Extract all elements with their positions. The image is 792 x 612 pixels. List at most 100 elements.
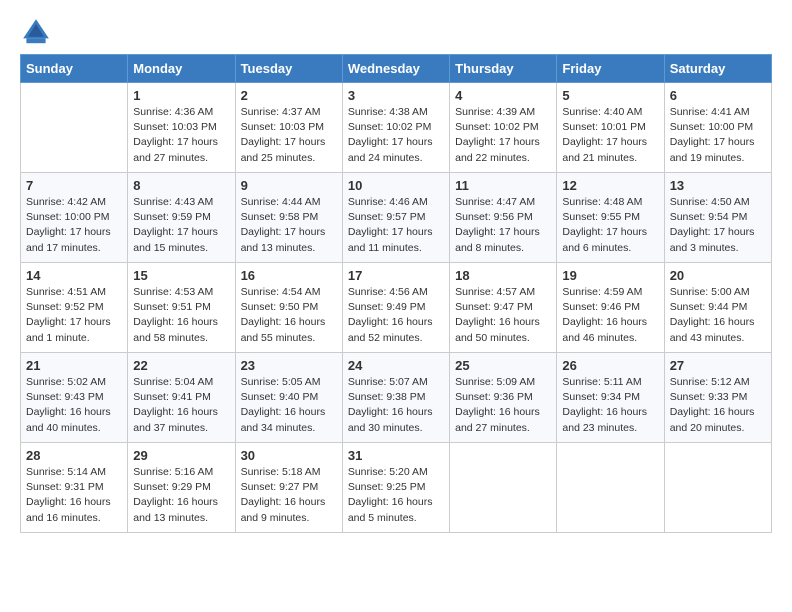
week-row-4: 21 Sunrise: 5:02 AM Sunset: 9:43 PM Dayli… bbox=[21, 353, 772, 443]
calendar-cell: 23 Sunrise: 5:05 AM Sunset: 9:40 PM Dayli… bbox=[235, 353, 342, 443]
week-row-2: 7 Sunrise: 4:42 AM Sunset: 10:00 PM Dayli… bbox=[21, 173, 772, 263]
page-header bbox=[20, 16, 772, 48]
week-row-5: 28 Sunrise: 5:14 AM Sunset: 9:31 PM Dayli… bbox=[21, 443, 772, 533]
day-info: Sunrise: 4:48 AM Sunset: 9:55 PM Dayligh… bbox=[562, 195, 658, 256]
calendar-table: SundayMondayTuesdayWednesdayThursdayFrid… bbox=[20, 54, 772, 533]
calendar-cell: 31 Sunrise: 5:20 AM Sunset: 9:25 PM Dayli… bbox=[342, 443, 449, 533]
day-info: Sunrise: 5:12 AM Sunset: 9:33 PM Dayligh… bbox=[670, 375, 766, 436]
calendar-cell: 3Sunrise: 4:38 AM Sunset: 10:02 PM Dayli… bbox=[342, 83, 449, 173]
calendar-cell: 12 Sunrise: 4:48 AM Sunset: 9:55 PM Dayli… bbox=[557, 173, 664, 263]
day-number: 15 bbox=[133, 268, 229, 283]
day-number: 4 bbox=[455, 88, 551, 103]
header-row: SundayMondayTuesdayWednesdayThursdayFrid… bbox=[21, 55, 772, 83]
day-number: 21 bbox=[26, 358, 122, 373]
calendar-cell: 20Sunrise: 5:00 AM Sunset: 9:44 PM Dayli… bbox=[664, 263, 771, 353]
calendar-cell bbox=[664, 443, 771, 533]
day-number: 31 bbox=[348, 448, 444, 463]
day-number: 9 bbox=[241, 178, 337, 193]
day-number: 19 bbox=[562, 268, 658, 283]
day-info: Sunrise: 4:46 AM Sunset: 9:57 PM Dayligh… bbox=[348, 195, 444, 256]
day-info: Sunrise: 5:00 AM Sunset: 9:44 PM Dayligh… bbox=[670, 285, 766, 346]
day-number: 11 bbox=[455, 178, 551, 193]
calendar-cell: 25 Sunrise: 5:09 AM Sunset: 9:36 PM Dayli… bbox=[450, 353, 557, 443]
day-number: 28 bbox=[26, 448, 122, 463]
day-info: Sunrise: 5:05 AM Sunset: 9:40 PM Dayligh… bbox=[241, 375, 337, 436]
calendar-header: SundayMondayTuesdayWednesdayThursdayFrid… bbox=[21, 55, 772, 83]
calendar-cell: 7 Sunrise: 4:42 AM Sunset: 10:00 PM Dayli… bbox=[21, 173, 128, 263]
day-number: 30 bbox=[241, 448, 337, 463]
header-cell-monday: Monday bbox=[128, 55, 235, 83]
day-number: 27 bbox=[670, 358, 766, 373]
calendar-cell: 14 Sunrise: 4:51 AM Sunset: 9:52 PM Dayli… bbox=[21, 263, 128, 353]
calendar-cell: 6 Sunrise: 4:41 AM Sunset: 10:00 PM Dayli… bbox=[664, 83, 771, 173]
calendar-cell: 10Sunrise: 4:46 AM Sunset: 9:57 PM Dayli… bbox=[342, 173, 449, 263]
calendar-cell: 13Sunrise: 4:50 AM Sunset: 9:54 PM Dayli… bbox=[664, 173, 771, 263]
day-info: Sunrise: 5:20 AM Sunset: 9:25 PM Dayligh… bbox=[348, 465, 444, 526]
day-number: 8 bbox=[133, 178, 229, 193]
calendar-cell: 8 Sunrise: 4:43 AM Sunset: 9:59 PM Daylig… bbox=[128, 173, 235, 263]
calendar-cell: 26Sunrise: 5:11 AM Sunset: 9:34 PM Dayli… bbox=[557, 353, 664, 443]
day-info: Sunrise: 4:38 AM Sunset: 10:02 PM Daylig… bbox=[348, 105, 444, 166]
header-cell-thursday: Thursday bbox=[450, 55, 557, 83]
calendar-cell: 4 Sunrise: 4:39 AM Sunset: 10:02 PM Dayli… bbox=[450, 83, 557, 173]
day-info: Sunrise: 5:02 AM Sunset: 9:43 PM Dayligh… bbox=[26, 375, 122, 436]
day-number: 6 bbox=[670, 88, 766, 103]
day-number: 26 bbox=[562, 358, 658, 373]
day-info: Sunrise: 4:57 AM Sunset: 9:47 PM Dayligh… bbox=[455, 285, 551, 346]
day-info: Sunrise: 4:43 AM Sunset: 9:59 PM Dayligh… bbox=[133, 195, 229, 256]
calendar-cell: 16 Sunrise: 4:54 AM Sunset: 9:50 PM Dayli… bbox=[235, 263, 342, 353]
calendar-cell bbox=[557, 443, 664, 533]
day-info: Sunrise: 5:09 AM Sunset: 9:36 PM Dayligh… bbox=[455, 375, 551, 436]
day-number: 24 bbox=[348, 358, 444, 373]
day-info: Sunrise: 5:18 AM Sunset: 9:27 PM Dayligh… bbox=[241, 465, 337, 526]
calendar-cell: 15 Sunrise: 4:53 AM Sunset: 9:51 PM Dayli… bbox=[128, 263, 235, 353]
calendar-cell: 24 Sunrise: 5:07 AM Sunset: 9:38 PM Dayli… bbox=[342, 353, 449, 443]
calendar-cell: 28 Sunrise: 5:14 AM Sunset: 9:31 PM Dayli… bbox=[21, 443, 128, 533]
day-number: 22 bbox=[133, 358, 229, 373]
calendar-cell: 11 Sunrise: 4:47 AM Sunset: 9:56 PM Dayli… bbox=[450, 173, 557, 263]
calendar-cell: 29 Sunrise: 5:16 AM Sunset: 9:29 PM Dayli… bbox=[128, 443, 235, 533]
day-info: Sunrise: 5:04 AM Sunset: 9:41 PM Dayligh… bbox=[133, 375, 229, 436]
calendar-cell: 2Sunrise: 4:37 AM Sunset: 10:03 PM Dayli… bbox=[235, 83, 342, 173]
day-info: Sunrise: 4:41 AM Sunset: 10:00 PM Daylig… bbox=[670, 105, 766, 166]
day-info: Sunrise: 4:54 AM Sunset: 9:50 PM Dayligh… bbox=[241, 285, 337, 346]
day-number: 7 bbox=[26, 178, 122, 193]
week-row-1: 1 Sunrise: 4:36 AM Sunset: 10:03 PM Dayli… bbox=[21, 83, 772, 173]
day-info: Sunrise: 4:44 AM Sunset: 9:58 PM Dayligh… bbox=[241, 195, 337, 256]
day-number: 1 bbox=[133, 88, 229, 103]
day-info: Sunrise: 5:14 AM Sunset: 9:31 PM Dayligh… bbox=[26, 465, 122, 526]
day-info: Sunrise: 5:07 AM Sunset: 9:38 PM Dayligh… bbox=[348, 375, 444, 436]
day-number: 29 bbox=[133, 448, 229, 463]
day-number: 5 bbox=[562, 88, 658, 103]
day-info: Sunrise: 4:53 AM Sunset: 9:51 PM Dayligh… bbox=[133, 285, 229, 346]
day-number: 23 bbox=[241, 358, 337, 373]
calendar-cell: 27 Sunrise: 5:12 AM Sunset: 9:33 PM Dayli… bbox=[664, 353, 771, 443]
calendar-cell bbox=[450, 443, 557, 533]
header-cell-tuesday: Tuesday bbox=[235, 55, 342, 83]
day-info: Sunrise: 4:39 AM Sunset: 10:02 PM Daylig… bbox=[455, 105, 551, 166]
calendar-cell: 9 Sunrise: 4:44 AM Sunset: 9:58 PM Daylig… bbox=[235, 173, 342, 263]
day-number: 17 bbox=[348, 268, 444, 283]
calendar-cell: 21 Sunrise: 5:02 AM Sunset: 9:43 PM Dayli… bbox=[21, 353, 128, 443]
calendar-cell: 30 Sunrise: 5:18 AM Sunset: 9:27 PM Dayli… bbox=[235, 443, 342, 533]
day-number: 25 bbox=[455, 358, 551, 373]
day-number: 16 bbox=[241, 268, 337, 283]
day-number: 14 bbox=[26, 268, 122, 283]
calendar-cell: 17Sunrise: 4:56 AM Sunset: 9:49 PM Dayli… bbox=[342, 263, 449, 353]
calendar-cell: 22 Sunrise: 5:04 AM Sunset: 9:41 PM Dayli… bbox=[128, 353, 235, 443]
day-info: Sunrise: 4:59 AM Sunset: 9:46 PM Dayligh… bbox=[562, 285, 658, 346]
calendar-cell: 19 Sunrise: 4:59 AM Sunset: 9:46 PM Dayli… bbox=[557, 263, 664, 353]
calendar-cell bbox=[21, 83, 128, 173]
day-info: Sunrise: 5:16 AM Sunset: 9:29 PM Dayligh… bbox=[133, 465, 229, 526]
day-info: Sunrise: 4:37 AM Sunset: 10:03 PM Daylig… bbox=[241, 105, 337, 166]
day-number: 13 bbox=[670, 178, 766, 193]
day-number: 12 bbox=[562, 178, 658, 193]
day-number: 18 bbox=[455, 268, 551, 283]
logo-icon bbox=[20, 16, 52, 48]
logo bbox=[20, 16, 56, 48]
day-info: Sunrise: 4:36 AM Sunset: 10:03 PM Daylig… bbox=[133, 105, 229, 166]
day-info: Sunrise: 4:51 AM Sunset: 9:52 PM Dayligh… bbox=[26, 285, 122, 346]
day-info: Sunrise: 4:47 AM Sunset: 9:56 PM Dayligh… bbox=[455, 195, 551, 256]
day-info: Sunrise: 4:42 AM Sunset: 10:00 PM Daylig… bbox=[26, 195, 122, 256]
header-cell-friday: Friday bbox=[557, 55, 664, 83]
